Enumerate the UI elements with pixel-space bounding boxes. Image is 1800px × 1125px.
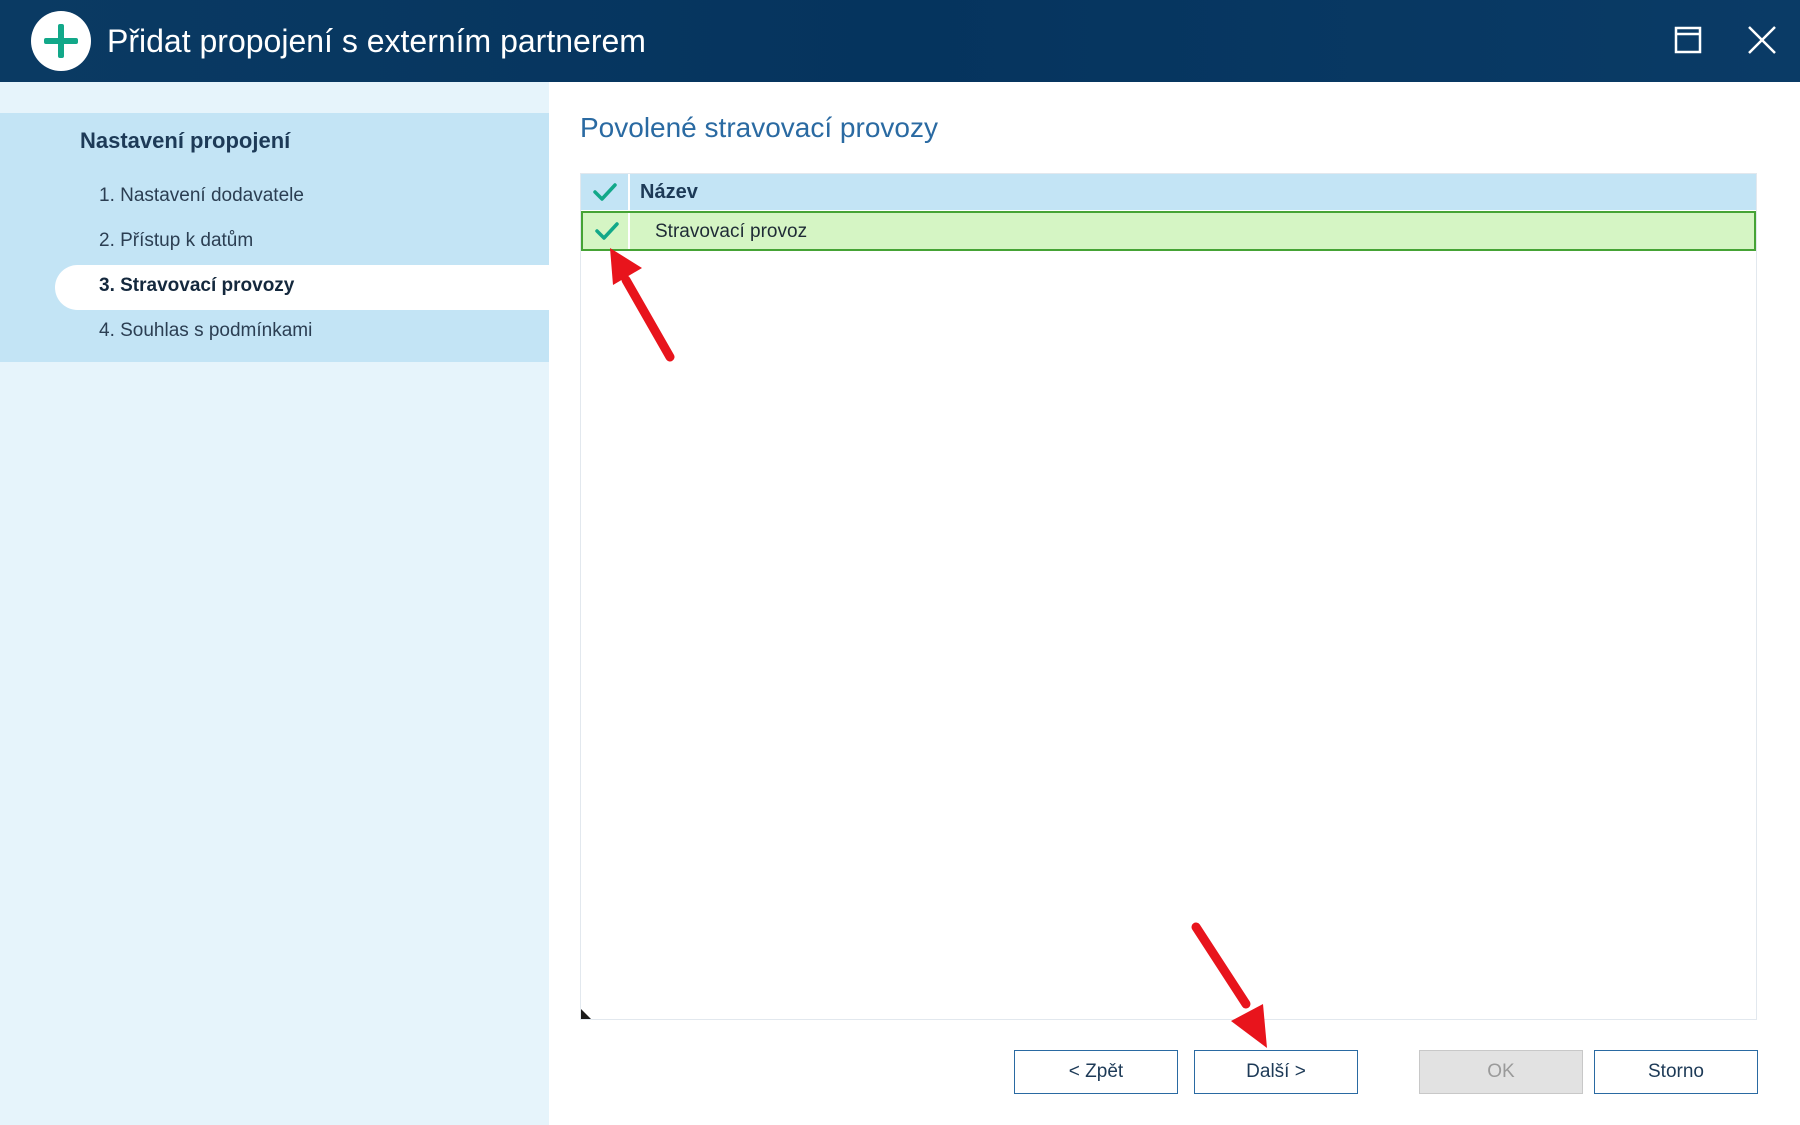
column-header-name[interactable]: Název: [640, 181, 698, 204]
section-title: Povolené stravovací provozy: [580, 112, 938, 143]
window-title: Přidat propojení s externím partnerem: [107, 23, 646, 59]
select-all-toggle[interactable]: [581, 174, 630, 210]
step-supplier-settings[interactable]: 1. Nastavení dodavatele: [99, 185, 304, 207]
row-checkbox[interactable]: [583, 213, 630, 249]
title-bar: Přidat propojení s externím partnerem: [0, 0, 1800, 82]
sidebar-heading: Nastavení propojení: [80, 128, 291, 153]
step-terms-consent[interactable]: 4. Souhlas s podmínkami: [99, 320, 312, 342]
grid-header: Název: [581, 174, 1756, 210]
cancel-button[interactable]: Storno: [1594, 1050, 1758, 1094]
close-button[interactable]: [1742, 20, 1782, 60]
maximize-icon: [1674, 26, 1702, 54]
ok-button[interactable]: OK: [1419, 1050, 1583, 1094]
next-button[interactable]: Další >: [1194, 1050, 1358, 1094]
step-data-access[interactable]: 2. Přístup k datům: [99, 230, 253, 252]
maximize-button[interactable]: [1668, 20, 1708, 60]
check-icon: [595, 222, 619, 240]
check-icon: [593, 183, 617, 201]
main-content: Povolené stravovací provozy Název Stravo…: [549, 82, 1800, 1125]
table-row[interactable]: Stravovací provoz: [581, 211, 1756, 251]
step-canteens[interactable]: 3. Stravovací provozy: [99, 275, 294, 297]
canteens-grid: Název Stravovací provoz: [580, 173, 1757, 1020]
row-name-cell: Stravovací provoz: [655, 221, 808, 242]
plus-icon: [31, 11, 91, 71]
wizard-sidebar: Nastavení propojení 1. Nastavení dodavat…: [0, 82, 549, 1125]
close-icon: [1748, 26, 1776, 54]
back-button[interactable]: < Zpět: [1014, 1050, 1178, 1094]
resize-grip-icon: [581, 1009, 591, 1019]
